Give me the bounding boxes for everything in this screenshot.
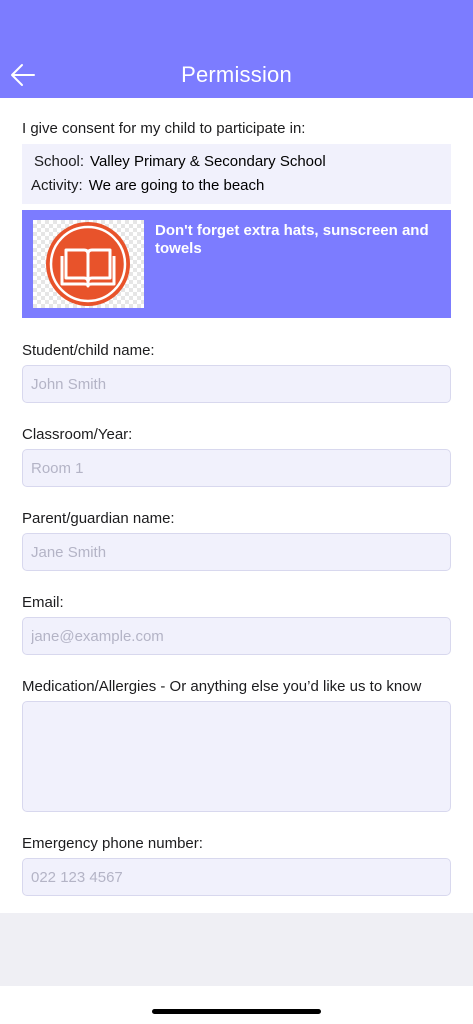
school-row: School: Valley Primary & Secondary Schoo… bbox=[34, 153, 326, 170]
activity-label: Activity: bbox=[31, 177, 83, 194]
consent-intro: I give consent for my child to participa… bbox=[22, 120, 306, 137]
permission-form: I give consent for my child to participa… bbox=[0, 98, 473, 913]
classroom-label: Classroom/Year: bbox=[22, 426, 133, 443]
activity-value: We are going to the beach bbox=[88, 177, 265, 194]
phone-label: Emergency phone number: bbox=[22, 835, 203, 852]
school-value: Valley Primary & Secondary School bbox=[90, 153, 326, 170]
student-name-input[interactable] bbox=[22, 365, 451, 403]
activity-info-box: School: Valley Primary & Secondary Schoo… bbox=[22, 144, 451, 204]
app-header: Permission bbox=[0, 0, 473, 98]
email-input[interactable] bbox=[22, 617, 451, 655]
classroom-input[interactable] bbox=[22, 449, 451, 487]
footer-area bbox=[0, 913, 473, 986]
home-indicator[interactable] bbox=[152, 1009, 321, 1014]
banner-text: Don't forget extra hats, sunscreen and t… bbox=[155, 222, 429, 257]
school-label: School: bbox=[34, 153, 85, 170]
book-icon bbox=[46, 222, 130, 306]
page-title: Permission bbox=[181, 62, 292, 87]
parent-name-input[interactable] bbox=[22, 533, 451, 571]
email-label: Email: bbox=[22, 594, 64, 611]
medication-label: Medication/Allergies - Or anything else … bbox=[22, 678, 422, 695]
parent-name-label: Parent/guardian name: bbox=[22, 510, 175, 527]
medication-textarea[interactable] bbox=[22, 701, 451, 812]
activity-row: Activity: We are going to the beach bbox=[31, 177, 264, 194]
reminder-banner: Don't forget extra hats, sunscreen and t… bbox=[22, 210, 451, 318]
student-name-label: Student/child name: bbox=[22, 342, 155, 359]
banner-image bbox=[33, 220, 144, 308]
phone-input[interactable] bbox=[22, 858, 451, 896]
